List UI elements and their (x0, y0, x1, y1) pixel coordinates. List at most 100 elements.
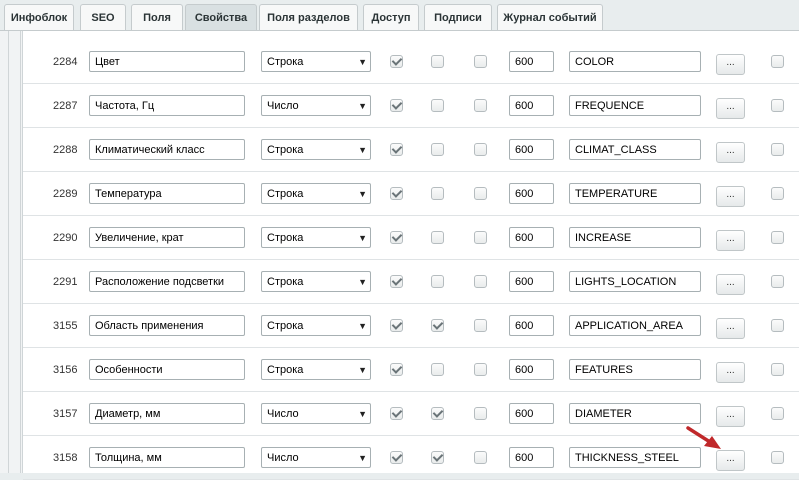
multiple-checkbox[interactable] (431, 187, 444, 200)
edit-property-button[interactable]: ... (716, 54, 745, 75)
property-name-input[interactable]: Температура (89, 183, 245, 204)
sort-input[interactable]: 600 (509, 183, 554, 204)
sort-input[interactable]: 600 (509, 227, 554, 248)
property-code-input[interactable]: THICKNESS_STEEL (569, 447, 701, 468)
delete-checkbox[interactable] (771, 55, 784, 68)
multiple-checkbox[interactable] (431, 363, 444, 376)
multiple-checkbox[interactable] (431, 451, 444, 464)
required-checkbox[interactable] (474, 319, 487, 332)
required-checkbox[interactable] (474, 55, 487, 68)
multiple-checkbox[interactable] (431, 275, 444, 288)
property-code-input[interactable]: INCREASE (569, 227, 701, 248)
delete-checkbox[interactable] (771, 143, 784, 156)
delete-checkbox[interactable] (771, 231, 784, 244)
active-checkbox[interactable] (390, 55, 403, 68)
active-checkbox[interactable] (390, 99, 403, 112)
edit-property-button[interactable]: ... (716, 318, 745, 339)
tab-7[interactable]: Подписи (424, 4, 492, 30)
sort-input[interactable]: 600 (509, 51, 554, 72)
property-code-input[interactable]: FREQUENCE (569, 95, 701, 116)
property-type-select[interactable]: Строка ▼ (261, 51, 371, 72)
required-checkbox[interactable] (474, 231, 487, 244)
delete-checkbox[interactable] (771, 187, 784, 200)
delete-checkbox[interactable] (771, 319, 784, 332)
property-type-select[interactable]: Строка ▼ (261, 183, 371, 204)
property-type-select[interactable]: Число ▼ (261, 403, 371, 424)
property-code-input[interactable]: LIGHTS_LOCATION (569, 271, 701, 292)
active-checkbox[interactable] (390, 231, 403, 244)
property-code-input[interactable]: TEMPERATURE (569, 183, 701, 204)
table-row: 3155 Область применения Строка ▼ 600 APPLICAT… (23, 304, 799, 348)
required-checkbox[interactable] (474, 187, 487, 200)
active-checkbox[interactable] (390, 143, 403, 156)
property-name-input[interactable]: Область применения (89, 315, 245, 336)
property-name-input[interactable]: Частота, Гц (89, 95, 245, 116)
delete-checkbox[interactable] (771, 275, 784, 288)
active-checkbox[interactable] (390, 451, 403, 464)
edit-property-button[interactable]: ... (716, 230, 745, 251)
multiple-checkbox[interactable] (431, 319, 444, 332)
edit-property-button[interactable]: ... (716, 274, 745, 295)
property-code-value: APPLICATION_AREA (575, 319, 683, 332)
tab-2[interactable]: SEO (80, 4, 126, 30)
required-checkbox[interactable] (474, 99, 487, 112)
edit-property-button[interactable]: ... (716, 142, 745, 163)
tab-1[interactable]: Инфоблок (4, 4, 74, 30)
property-code-input[interactable]: DIAMETER (569, 403, 701, 424)
multiple-checkbox[interactable] (431, 231, 444, 244)
edit-property-button[interactable]: ... (716, 98, 745, 119)
required-checkbox[interactable] (474, 451, 487, 464)
property-code-input[interactable]: CLIMAT_CLASS (569, 139, 701, 160)
delete-checkbox[interactable] (771, 451, 784, 464)
property-name-input[interactable]: Климатический класс (89, 139, 245, 160)
property-type-select[interactable]: Число ▼ (261, 447, 371, 468)
tab-6[interactable]: Доступ (363, 4, 419, 30)
delete-checkbox[interactable] (771, 363, 784, 376)
property-name-input[interactable]: Цвет (89, 51, 245, 72)
active-checkbox[interactable] (390, 319, 403, 332)
active-checkbox[interactable] (390, 363, 403, 376)
sort-input[interactable]: 600 (509, 139, 554, 160)
sort-input[interactable]: 600 (509, 315, 554, 336)
required-checkbox[interactable] (474, 407, 487, 420)
property-type-select[interactable]: Строка ▼ (261, 315, 371, 336)
tab-3[interactable]: Поля (131, 4, 183, 30)
property-name-input[interactable]: Особенности (89, 359, 245, 380)
tab-4[interactable]: Свойства (185, 4, 257, 31)
sort-input[interactable]: 600 (509, 403, 554, 424)
property-name-input[interactable]: Увеличение, крат (89, 227, 245, 248)
property-code-input[interactable]: COLOR (569, 51, 701, 72)
sort-input[interactable]: 600 (509, 95, 554, 116)
delete-checkbox[interactable] (771, 99, 784, 112)
sort-input[interactable]: 600 (509, 447, 554, 468)
multiple-checkbox[interactable] (431, 143, 444, 156)
multiple-checkbox[interactable] (431, 99, 444, 112)
property-name-input[interactable]: Расположение подсветки (89, 271, 245, 292)
active-checkbox[interactable] (390, 407, 403, 420)
property-name-input[interactable]: Толщина, мм (89, 447, 245, 468)
required-checkbox[interactable] (474, 275, 487, 288)
edit-property-button[interactable]: ... (716, 450, 745, 471)
multiple-checkbox[interactable] (431, 55, 444, 68)
property-type-select[interactable]: Строка ▼ (261, 271, 371, 292)
multiple-checkbox[interactable] (431, 407, 444, 420)
property-name-input[interactable]: Диаметр, мм (89, 403, 245, 424)
sort-input[interactable]: 600 (509, 359, 554, 380)
required-checkbox[interactable] (474, 363, 487, 376)
edit-property-button[interactable]: ... (716, 186, 745, 207)
active-checkbox[interactable] (390, 187, 403, 200)
property-type-select[interactable]: Число ▼ (261, 95, 371, 116)
property-code-input[interactable]: FEATURES (569, 359, 701, 380)
active-checkbox[interactable] (390, 275, 403, 288)
tab-8[interactable]: Журнал событий (497, 4, 603, 30)
edit-property-button[interactable]: ... (716, 406, 745, 427)
property-type-select[interactable]: Строка ▼ (261, 359, 371, 380)
property-code-input[interactable]: APPLICATION_AREA (569, 315, 701, 336)
property-type-select[interactable]: Строка ▼ (261, 227, 371, 248)
sort-input[interactable]: 600 (509, 271, 554, 292)
property-type-select[interactable]: Строка ▼ (261, 139, 371, 160)
delete-checkbox[interactable] (771, 407, 784, 420)
required-checkbox[interactable] (474, 143, 487, 156)
edit-property-button[interactable]: ... (716, 362, 745, 383)
tab-5[interactable]: Поля разделов (259, 4, 358, 30)
